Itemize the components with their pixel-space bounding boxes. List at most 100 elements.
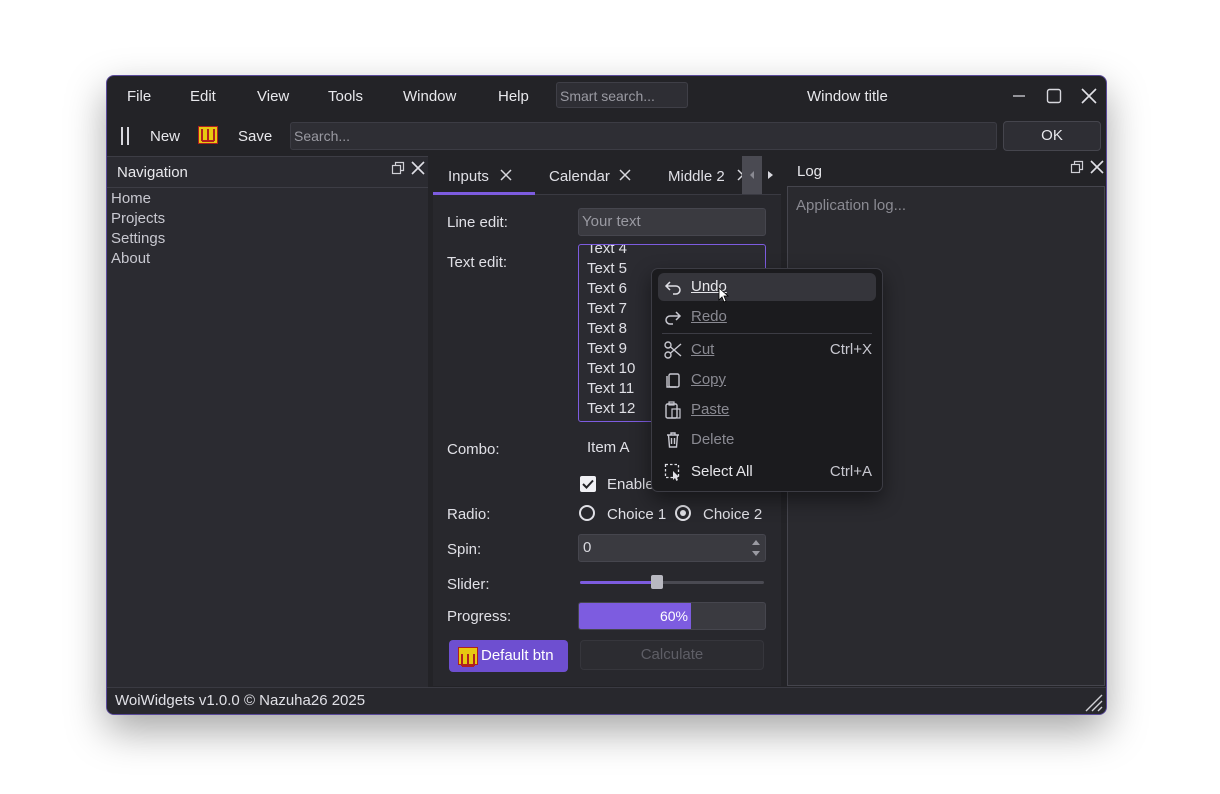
close-icon xyxy=(1081,88,1097,104)
paste-icon xyxy=(665,401,681,419)
checkmark-icon xyxy=(582,479,594,489)
default-button[interactable]: Default btn xyxy=(449,640,568,672)
line-edit-input[interactable]: Your text xyxy=(578,208,766,236)
menu-help[interactable]: Help xyxy=(498,88,529,105)
status-text: WoiWidgets v1.0.0 © Nazuha26 2025 xyxy=(115,692,366,709)
close-button[interactable] xyxy=(1077,84,1101,108)
search-input[interactable]: Search... xyxy=(290,122,997,150)
progress-bar: 60% xyxy=(578,602,766,630)
text-line: Text 4 xyxy=(587,244,628,257)
divider xyxy=(107,187,428,188)
main-window: File Edit View Tools Window Help Smart s… xyxy=(106,75,1107,715)
text-line: Text 8 xyxy=(587,320,628,337)
log-title: Log xyxy=(797,163,823,180)
scroll-left-button[interactable] xyxy=(742,156,762,194)
slider-label: Slider: xyxy=(447,576,490,593)
context-item-label: Select All xyxy=(691,463,753,480)
radio-dot xyxy=(680,510,686,516)
calculate-button[interactable]: Calculate xyxy=(580,640,764,670)
tab-bar: Inputs Calendar Middle 2 xyxy=(433,156,781,195)
nav-item-home[interactable]: Home xyxy=(111,189,165,209)
navigation-list: Home Projects Settings About xyxy=(111,189,165,269)
shortcut-label: Ctrl+X xyxy=(829,341,872,358)
close-tab-icon[interactable] xyxy=(499,168,513,182)
tab-middle-2[interactable]: Middle 2 xyxy=(668,168,725,185)
context-item-paste[interactable]: Paste xyxy=(658,396,876,424)
context-item-redo[interactable]: Redo xyxy=(658,303,876,331)
smart-search-input[interactable]: Smart search... xyxy=(556,82,688,108)
default-button-label: Default btn xyxy=(481,647,554,664)
text-line: Text 7 xyxy=(587,300,628,317)
nav-item-projects[interactable]: Projects xyxy=(111,209,165,229)
progress-text: 60% xyxy=(659,608,688,624)
menu-edit[interactable]: Edit xyxy=(190,88,216,105)
text-line: Text 12 xyxy=(587,400,636,417)
menu-window[interactable]: Window xyxy=(403,88,456,105)
chevron-right-icon[interactable] xyxy=(763,168,777,182)
radio-choice-1-label[interactable]: Choice 1 xyxy=(607,506,666,523)
spin-arrows-icon xyxy=(752,540,760,556)
float-icon[interactable] xyxy=(391,161,405,175)
text-line: Text 10 xyxy=(587,360,636,377)
context-item-label: Cut xyxy=(691,341,715,358)
radio-choice-1[interactable] xyxy=(579,505,595,521)
spin-arrows[interactable] xyxy=(747,535,765,561)
close-tab-icon[interactable] xyxy=(618,168,632,182)
shortcut-label: Ctrl+A xyxy=(829,463,872,480)
undo-icon xyxy=(664,281,681,295)
menu-file[interactable]: File xyxy=(127,88,151,105)
save-button[interactable]: Save xyxy=(238,128,272,145)
toolbar-grip-icon[interactable] xyxy=(119,126,131,146)
float-icon[interactable] xyxy=(1070,160,1084,174)
combo-label: Combo: xyxy=(447,441,500,458)
trash-icon xyxy=(667,432,679,448)
maximize-button[interactable] xyxy=(1042,84,1066,108)
slider-fill xyxy=(580,581,657,584)
window-title: Window title xyxy=(807,88,888,105)
spin-label: Spin: xyxy=(447,541,482,558)
context-item-delete[interactable]: Delete xyxy=(658,426,876,454)
context-item-label: Copy xyxy=(691,371,727,388)
context-item-select-all[interactable]: Select All Ctrl+A xyxy=(658,458,876,486)
maximize-icon xyxy=(1046,88,1062,104)
radio-label: Radio: xyxy=(447,506,491,523)
text-line: Text 6 xyxy=(587,280,628,297)
close-icon[interactable] xyxy=(1089,159,1105,175)
nav-item-settings[interactable]: Settings xyxy=(111,229,165,249)
logo-icon xyxy=(458,647,478,667)
chevron-left-icon xyxy=(750,171,754,179)
text-edit-content: Text 4 Text 5 Text 6 Text 7 Text 8 Text … xyxy=(587,244,636,419)
text-line: Text 9 xyxy=(587,340,628,357)
text-line: Text 5 xyxy=(587,260,628,277)
active-tab-indicator xyxy=(433,192,535,195)
menu-view[interactable]: View xyxy=(257,88,289,105)
context-item-undo[interactable]: Undo xyxy=(658,273,876,303)
radio-choice-2-label[interactable]: Choice 2 xyxy=(703,506,762,523)
enable-checkbox[interactable] xyxy=(580,476,596,492)
context-item-label: Redo xyxy=(691,308,727,325)
enable-checkbox-label[interactable]: Enable xyxy=(607,476,654,493)
context-item-cut[interactable]: Cut Ctrl+X xyxy=(658,336,876,364)
resize-grip-icon[interactable] xyxy=(1083,692,1103,712)
minimize-button[interactable] xyxy=(1007,84,1031,108)
radio-choice-2[interactable] xyxy=(675,505,691,521)
tab-calendar[interactable]: Calendar xyxy=(549,168,610,185)
spin-box[interactable]: 0 xyxy=(578,534,766,562)
scissors-icon xyxy=(664,341,682,359)
logo-icon xyxy=(198,126,218,144)
status-bar: WoiWidgets v1.0.0 © Nazuha26 2025 xyxy=(107,687,1106,714)
slider-handle[interactable] xyxy=(651,575,663,589)
context-item-label: Delete xyxy=(691,431,735,448)
menu-tools[interactable]: Tools xyxy=(328,88,363,105)
tab-inputs[interactable]: Inputs xyxy=(448,168,489,185)
context-item-copy[interactable]: Copy xyxy=(658,366,876,394)
minimize-icon xyxy=(1013,95,1025,97)
new-button[interactable]: New xyxy=(150,128,180,145)
close-icon[interactable] xyxy=(410,160,426,176)
select-all-icon xyxy=(664,463,680,481)
nav-item-about[interactable]: About xyxy=(111,249,165,269)
navigation-panel: Navigation Home Projects Settings About xyxy=(107,156,428,687)
text-line: Text 11 xyxy=(587,380,635,397)
context-item-label: Paste xyxy=(691,401,730,418)
ok-button[interactable]: OK xyxy=(1003,121,1101,151)
